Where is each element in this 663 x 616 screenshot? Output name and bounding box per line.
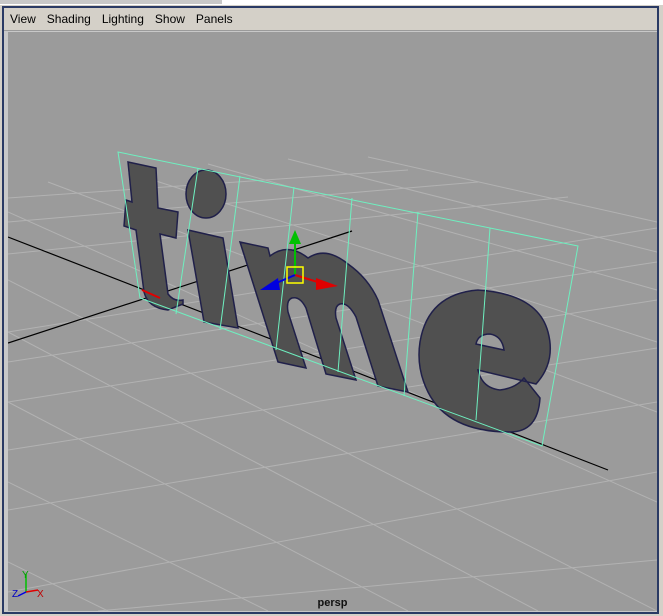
panel-menubar: View Shading Lighting Show Panels (4, 8, 657, 31)
ground-grid (8, 156, 657, 611)
menu-panels[interactable]: Panels (190, 9, 238, 29)
axis-y-label: Y (22, 570, 29, 581)
text-mesh-time[interactable] (123, 161, 551, 433)
app-window: View Shading Lighting Show Panels Y X Z … (0, 0, 663, 616)
perspective-viewport[interactable]: Y X Z persp (8, 32, 657, 611)
menu-show[interactable]: Show (149, 9, 190, 29)
scene-canvas: Y X Z (8, 151, 657, 611)
menu-shading[interactable]: Shading (41, 9, 96, 29)
menu-lighting[interactable]: Lighting (96, 9, 149, 29)
camera-name-label: persp (317, 597, 348, 609)
title-tab-area (0, 0, 222, 4)
axis-indicator: Y X Z (12, 570, 44, 600)
menu-view[interactable]: View (4, 9, 41, 29)
